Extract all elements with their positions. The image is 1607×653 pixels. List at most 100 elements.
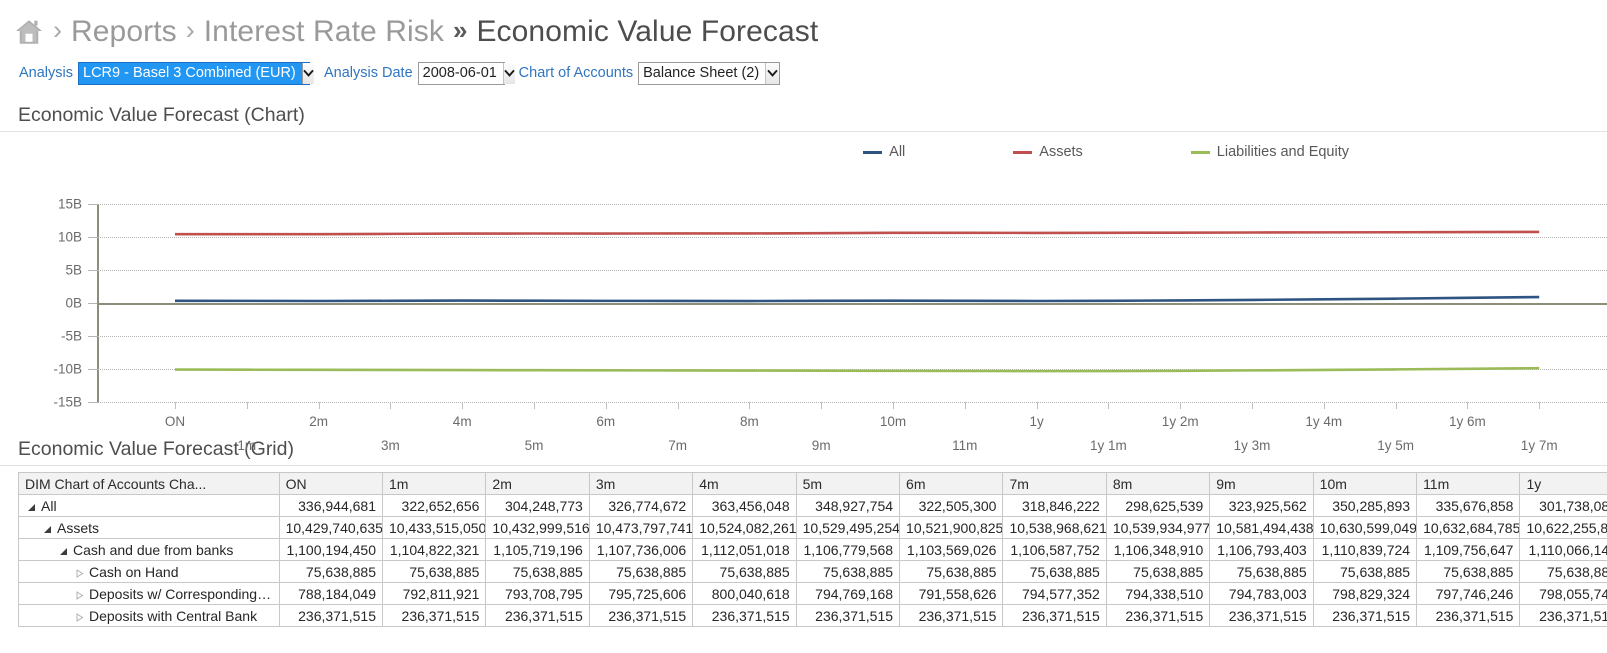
- chart-plot-area: [88, 204, 1607, 409]
- chart-x-axis-labels: ON 1m 2m 3m 4m 5m 6m 7m 8m 9m 10m 11m 1y 1y 1m 1y 2m 1y…: [97, 402, 1607, 453]
- table-row[interactable]: Assets 10,429,740,635 10,433,515,050 10,432…: [18, 516, 1607, 539]
- table-cell-value: 236,371,515: [278, 604, 384, 627]
- table-cell-value: 236,371,515: [1002, 604, 1107, 627]
- table-cell-value: 236,371,515: [1209, 604, 1314, 627]
- chart-of-accounts-value: Balance Sheet (2): [643, 65, 760, 81]
- chart-y-axis-labels: 15B 10B 5B 0B -5B -10B -15B: [0, 196, 88, 410]
- column-header-9m[interactable]: 9m: [1209, 472, 1314, 495]
- table-cell-value: 323,925,562: [1209, 494, 1314, 517]
- collapse-triangle-icon[interactable]: [59, 547, 68, 556]
- legend-item-all[interactable]: All: [863, 144, 905, 160]
- column-header-10m[interactable]: 10m: [1312, 472, 1418, 495]
- x-axis-tick-label: 10m: [879, 414, 907, 429]
- legend-swatch-icon: [1190, 150, 1210, 154]
- x-axis-tick-label: 2m: [309, 414, 328, 429]
- legend-item-assets[interactable]: Assets: [1013, 144, 1083, 160]
- filter-bar: Analysis LCR9 - Basel 3 Combined (EUR) A…: [0, 56, 1607, 90]
- analysis-date-select[interactable]: 2008-06-01: [417, 61, 515, 85]
- table-cell-value: 10,524,082,261: [692, 516, 797, 539]
- y-axis-tick-label: 5B: [65, 262, 82, 278]
- table-cell-value: 1,107,736,006: [588, 538, 694, 561]
- column-header-ON[interactable]: ON: [278, 472, 384, 495]
- table-cell-value: 1,106,348,910: [1105, 538, 1211, 561]
- x-axis-tick-label: ON: [164, 414, 186, 429]
- table-row[interactable]: Deposits with Central Bank 236,371,515 236…: [18, 604, 1607, 627]
- table-row[interactable]: All 336,944,681 322,652,656 304,248,773 326,…: [18, 494, 1607, 517]
- table-cell-value: 798,829,324: [1312, 582, 1418, 605]
- expand-triangle-icon[interactable]: [75, 590, 84, 600]
- table-cell-value: 75,638,885: [381, 560, 487, 583]
- table-cell-value: 10,630,599,049: [1312, 516, 1418, 539]
- legend-label: Liabilities and Equity: [1216, 144, 1349, 160]
- x-axis-tick-label: 1y 2m: [1161, 414, 1199, 429]
- breadcrumb-item-reports[interactable]: Reports: [71, 15, 177, 49]
- table-cell-value: 1,106,793,403: [1209, 538, 1314, 561]
- table-cell-value: 10,539,934,977: [1105, 516, 1211, 539]
- table-cell-value: 75,638,885: [485, 560, 590, 583]
- row-label: Deposits with Central Bank: [89, 607, 258, 624]
- breadcrumb-item-interest-rate-risk[interactable]: Interest Rate Risk: [204, 15, 444, 49]
- collapse-triangle-icon[interactable]: [43, 525, 52, 534]
- expand-triangle-icon[interactable]: [75, 612, 84, 622]
- column-header-6m[interactable]: 6m: [899, 472, 1004, 495]
- y-axis-tick-label: 15B: [57, 196, 82, 212]
- table-cell-value: 791,558,626: [899, 582, 1004, 605]
- table-cell-value: 1,109,756,647: [1416, 538, 1521, 561]
- column-header-11m[interactable]: 11m: [1416, 472, 1521, 495]
- table-cell-value: 10,632,684,785: [1416, 516, 1521, 539]
- y-axis-tick: [88, 204, 97, 205]
- table-cell-value: 10,473,797,741: [588, 516, 694, 539]
- y-axis-tick: [88, 336, 97, 337]
- table-cell-value: 10,538,968,621: [1002, 516, 1107, 539]
- forecast-table: DIM Chart of Accounts Cha... ON 1m 2m 3m 4m 5m…: [18, 472, 1607, 627]
- y-axis-tick-label: -10B: [53, 361, 82, 377]
- y-axis-tick: [88, 303, 97, 304]
- collapse-triangle-icon[interactable]: [27, 503, 36, 512]
- analysis-select-value: LCR9 - Basel 3 Combined (EUR): [79, 62, 302, 84]
- column-header-dimension[interactable]: DIM Chart of Accounts Cha...: [18, 472, 280, 495]
- y-axis-tick: [88, 270, 97, 271]
- column-header-8m[interactable]: 8m: [1105, 472, 1211, 495]
- table-cell-value: 1,104,822,321: [381, 538, 487, 561]
- legend-item-liabilities-and-equity[interactable]: Liabilities and Equity: [1190, 144, 1349, 160]
- column-header-1m[interactable]: 1m: [381, 472, 487, 495]
- home-icon[interactable]: [14, 17, 44, 47]
- row-label-cell: Cash and due from banks: [18, 538, 280, 561]
- table-cell-value: 800,040,618: [692, 582, 797, 605]
- column-header-3m[interactable]: 3m: [588, 472, 694, 495]
- x-axis-tick-label: 8m: [740, 414, 759, 429]
- breadcrumb-item-economic-value-forecast: Economic Value Forecast: [476, 15, 819, 48]
- table-cell-value: 10,433,515,050: [381, 516, 487, 539]
- table-cell-value: 304,248,773: [485, 494, 590, 517]
- y-axis-tick-label: 10B: [57, 229, 82, 245]
- legend-label: Assets: [1039, 144, 1083, 160]
- breadcrumb: › Reports › Interest Rate Risk » Economi…: [0, 0, 1607, 56]
- expand-triangle-icon[interactable]: [75, 568, 84, 578]
- table-cell-value: 798,055,748: [1519, 582, 1607, 605]
- analysis-date-value: 2008-06-01: [418, 62, 503, 84]
- column-header-5m[interactable]: 5m: [795, 472, 901, 495]
- analysis-select[interactable]: LCR9 - Basel 3 Combined (EUR): [78, 61, 314, 85]
- table-cell-value: 794,338,510: [1105, 582, 1211, 605]
- table-cell-value: 10,432,999,516: [485, 516, 590, 539]
- y-axis-tick-label: -5B: [60, 328, 82, 344]
- column-header-7m[interactable]: 7m: [1002, 472, 1107, 495]
- table-cell-value: 236,371,515: [899, 604, 1004, 627]
- chart-section-title: Economic Value Forecast (Chart): [0, 104, 1607, 132]
- table-cell-value: 236,371,515: [1519, 604, 1607, 627]
- y-axis-tick-label: 0B: [65, 295, 82, 311]
- x-axis-tick-label: 7m: [668, 438, 687, 453]
- table-row[interactable]: Cash on Hand 75,638,885 75,638,885 75,638,8…: [18, 560, 1607, 583]
- table-cell-value: 794,769,168: [795, 582, 901, 605]
- chevron-down-icon: [301, 62, 314, 84]
- chart-of-accounts-select[interactable]: Balance Sheet (2): [638, 61, 781, 85]
- table-row[interactable]: Deposits w/ Corresponding… 788,184,049 792…: [18, 582, 1607, 605]
- column-header-2m[interactable]: 2m: [485, 472, 590, 495]
- chart-line-all: [174, 295, 1540, 303]
- x-axis-tick-label: 1y 6m: [1449, 414, 1486, 429]
- row-label-cell: Deposits with Central Bank: [18, 604, 280, 627]
- table-row[interactable]: Cash and due from banks 1,100,194,450 1,10…: [18, 538, 1607, 561]
- column-header-1y[interactable]: 1y: [1519, 472, 1607, 495]
- table-cell-value: 75,638,885: [1105, 560, 1211, 583]
- column-header-4m[interactable]: 4m: [692, 472, 797, 495]
